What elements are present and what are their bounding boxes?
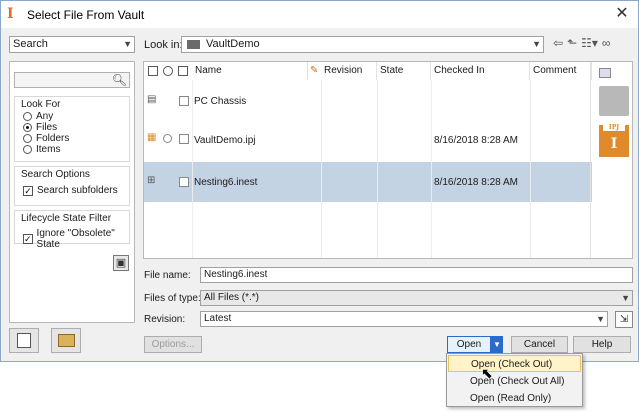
save-search-icon[interactable]: ▣ (113, 255, 129, 271)
column-divider (192, 80, 193, 258)
search-input[interactable]: 🔍︎ (14, 72, 130, 88)
chevron-down-icon[interactable]: ▼ (596, 312, 605, 326)
status-icon (163, 134, 172, 143)
revision-options-icon[interactable]: ⇲ (615, 311, 633, 328)
look-in-combo[interactable]: VaultDemo ▼ (181, 36, 544, 53)
lifecycle-filter-title: Lifecycle State Filter (21, 213, 112, 224)
binoculars-icon[interactable]: ∞ (602, 36, 611, 50)
menu-item-open-check-out[interactable]: Open (Check Out) (448, 355, 581, 372)
row-checkbox[interactable] (179, 177, 189, 187)
document-icon (17, 333, 31, 348)
revision-label: Revision: (144, 314, 186, 325)
up-folder-icon[interactable]: ⬑ (567, 36, 577, 50)
ignore-obsolete-checkbox[interactable]: ✓ Ignore "Obsolete" State (23, 228, 129, 250)
select-file-dialog: I Select File From Vault ✕ Search ▼ 🔍︎ L… (0, 0, 639, 362)
search-options-title: Search Options (21, 169, 90, 180)
folder-icon: ▤ (147, 94, 157, 105)
mouse-cursor-icon: ⬉ (481, 365, 493, 381)
checked-in-date: 8/16/2018 8:28 AM (434, 135, 518, 146)
column-divider (530, 80, 531, 258)
search-panel: 🔍︎ Look For Any Files Folders Items Sear… (9, 61, 135, 323)
files-of-type-combo[interactable]: All Files (*.*) ▼ (200, 290, 633, 306)
search-mode-combo[interactable]: Search ▼ (9, 36, 135, 53)
column-header-name[interactable]: Name (192, 62, 308, 80)
column-divider (377, 80, 378, 258)
table-row[interactable]: ▦ VaultDemo.ipj 8/16/2018 8:28 AM (144, 122, 592, 158)
vault-folder-icon (187, 40, 200, 49)
file-name-input[interactable]: Nesting6.inest (200, 267, 633, 283)
back-arrow-icon[interactable]: ⇦ (553, 36, 563, 50)
file-name: PC Chassis (194, 96, 247, 107)
radio-button[interactable] (23, 112, 32, 121)
folder-arrow-icon (58, 334, 75, 347)
open-button[interactable]: Open (447, 336, 491, 353)
search-options-group: Search Options ✓ Search subfolders (14, 166, 130, 206)
checked-in-date: 8/16/2018 8:28 AM (434, 177, 518, 188)
radio-folders[interactable]: Folders (23, 133, 69, 144)
cancel-button[interactable]: Cancel (511, 336, 568, 353)
chevron-down-icon[interactable]: ▼ (621, 291, 630, 305)
column-divider (431, 80, 432, 258)
ipj-thumbnail: IPJ I (599, 125, 629, 157)
checkbox-checked[interactable]: ✓ (23, 185, 33, 196)
new-file-button[interactable] (9, 328, 39, 353)
ipj-file-icon: ▦ (147, 132, 157, 143)
search-mode-value: Search (13, 38, 48, 50)
window-title: Select File From Vault (27, 8, 145, 22)
column-header-state[interactable]: State (377, 62, 431, 80)
options-button[interactable]: Options... (144, 336, 202, 353)
radio-button[interactable] (23, 134, 32, 143)
look-for-title: Look For (21, 99, 61, 110)
column-divider (321, 80, 322, 258)
column-header-revision[interactable]: Revision (321, 62, 377, 80)
files-of-type-label: Files of type: (144, 293, 201, 304)
table-row[interactable]: ▤ PC Chassis (144, 86, 592, 116)
close-icon[interactable]: ✕ (612, 5, 632, 23)
revision-combo[interactable]: Latest ▼ (200, 311, 608, 327)
chevron-down-icon[interactable]: ▼ (532, 37, 541, 52)
look-in-value: VaultDemo (206, 38, 260, 50)
view-menu-icon[interactable]: ☷▾ (581, 36, 598, 50)
menu-item-open-check-out-all[interactable]: Open (Check Out All) (448, 373, 581, 390)
select-all-checkbox[interactable] (178, 66, 188, 76)
file-list: Name ✎ Revision State Checked In Comment… (143, 61, 633, 259)
thumbnail-header-icon (599, 68, 611, 78)
radio-any[interactable]: Any (23, 111, 53, 122)
radio-button-selected[interactable] (23, 123, 32, 132)
status-header-icon (163, 66, 173, 76)
look-for-group: Look For Any Files Folders Items (14, 96, 130, 162)
go-to-folder-button[interactable] (51, 328, 81, 353)
lifecycle-filter-group: Lifecycle State Filter ✓ Ignore "Obsolete… (14, 210, 130, 250)
radio-button[interactable] (23, 145, 32, 154)
chevron-down-icon[interactable]: ▼ (123, 37, 132, 52)
search-icon[interactable]: 🔍︎ (112, 73, 127, 87)
thumbnail-column: IPJ I (590, 62, 632, 258)
radio-items[interactable]: Items (23, 144, 60, 155)
row-checkbox[interactable] (179, 134, 189, 144)
file-name: VaultDemo.ipj (194, 135, 256, 146)
file-name-label: File name: (144, 270, 191, 281)
file-type-header-icon (148, 66, 158, 76)
column-header-checked-in[interactable]: Checked In (431, 62, 530, 80)
help-button[interactable]: Help (573, 336, 631, 353)
pencil-icon: ✎ (310, 65, 319, 76)
column-header-comment[interactable]: Comment (530, 62, 592, 80)
folder-thumbnail (599, 86, 629, 116)
checkbox-checked[interactable]: ✓ (23, 234, 33, 244)
navigation-toolbar: ⇦ ⬑ ☷▾ ∞ (553, 36, 610, 50)
look-in-label: Look in: (144, 39, 183, 51)
table-row-selected[interactable]: ⊞ Nesting6.inest 8/16/2018 8:28 AM (144, 162, 592, 202)
open-dropdown-arrow-icon[interactable]: ▼ (491, 336, 503, 353)
menu-item-open-read-only[interactable]: Open (Read Only) (448, 390, 581, 407)
inest-file-icon: ⊞ (147, 175, 156, 186)
radio-files[interactable]: Files (23, 122, 57, 133)
row-checkbox[interactable] (179, 96, 189, 106)
open-options-menu: Open (Check Out) Open (Check Out All) Op… (446, 353, 583, 407)
inventor-app-icon: I (7, 6, 14, 22)
file-name: Nesting6.inest (194, 177, 258, 188)
title-bar: I Select File From Vault ✕ (1, 1, 638, 28)
search-subfolders-checkbox[interactable]: ✓ Search subfolders (23, 185, 118, 196)
